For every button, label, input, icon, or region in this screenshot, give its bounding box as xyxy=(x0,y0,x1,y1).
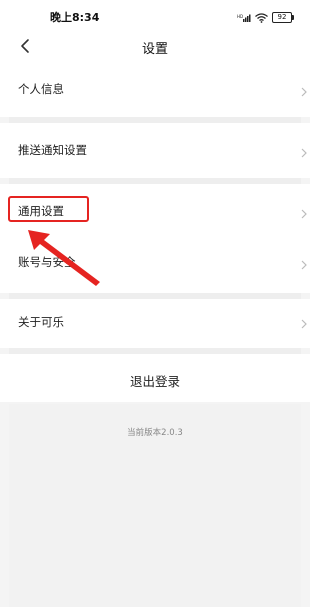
chevron-right-icon xyxy=(300,144,308,158)
settings-item-label: 账号与安全 xyxy=(18,255,76,269)
chevron-right-icon xyxy=(300,205,308,219)
page-title: 设置 xyxy=(141,42,168,57)
chevron-right-icon xyxy=(300,256,308,270)
settings-item-label: 关于可乐 xyxy=(18,315,64,329)
status-time: 晚上8:34 xyxy=(50,11,100,24)
status-bar: 晚上8:34 HD 92 xyxy=(0,0,310,30)
logout-button[interactable]: 退出登录 xyxy=(0,354,310,402)
wifi-icon xyxy=(255,8,268,27)
battery-icon: 92 xyxy=(272,12,294,23)
settings-item-account-security[interactable]: 账号与安全 xyxy=(0,239,310,293)
chevron-right-icon xyxy=(300,315,308,329)
settings-item-push-notifications[interactable]: 推送通知设置 xyxy=(0,123,310,178)
signal-icon: HD xyxy=(237,8,251,27)
settings-item-personal-info[interactable]: 个人信息 xyxy=(0,62,310,117)
version-panel: 当前版本2.0.3 xyxy=(9,404,301,607)
chevron-right-icon xyxy=(300,83,308,97)
settings-item-label: 推送通知设置 xyxy=(18,143,87,157)
signal-hd-label: HD xyxy=(237,14,243,19)
header: 设置 xyxy=(0,30,310,62)
status-icons: HD 92 xyxy=(237,8,294,27)
settings-item-label: 通用设置 xyxy=(18,204,64,218)
version-text: 当前版本2.0.3 xyxy=(127,428,183,438)
settings-item-general[interactable]: 通用设置 xyxy=(0,184,310,239)
settings-item-label: 个人信息 xyxy=(18,82,64,96)
settings-item-about[interactable]: 关于可乐 xyxy=(0,299,310,348)
logout-label: 退出登录 xyxy=(129,374,180,389)
